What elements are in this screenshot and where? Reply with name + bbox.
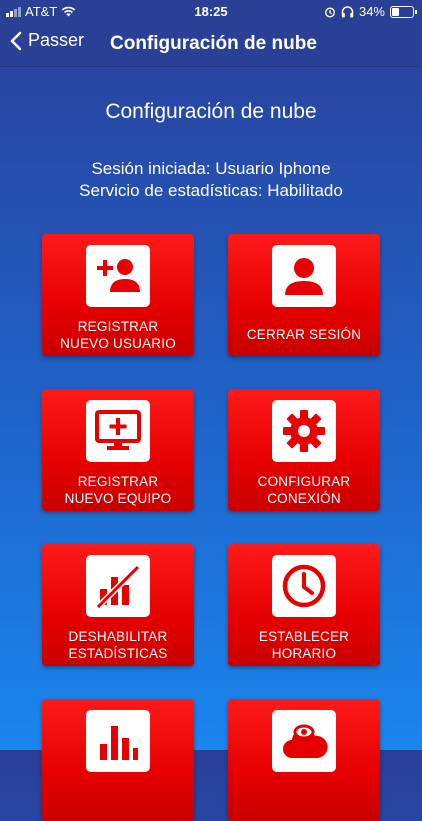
chevron-left-icon bbox=[10, 31, 22, 50]
tile-label: ESTABLECER HORARIO bbox=[258, 629, 350, 661]
set-schedule-button[interactable]: ESTABLECER HORARIO bbox=[228, 544, 380, 666]
cloud-eye-icon bbox=[283, 724, 328, 758]
register-new-user-button[interactable]: REGISTRAR NUEVO USUARIO bbox=[42, 234, 194, 356]
status-bar: AT&T 18:25 34% bbox=[0, 0, 422, 22]
clock-icon bbox=[282, 564, 326, 608]
add-device-icon bbox=[95, 410, 141, 450]
headphones-icon bbox=[341, 5, 354, 17]
logout-button[interactable]: CERRAR SESIÓN bbox=[228, 234, 380, 356]
tile-label: REGISTRAR NUEVO EQUIPO bbox=[64, 474, 172, 506]
nav-bar: Passer Configuración de nube bbox=[0, 22, 422, 67]
tile-label: REGISTRAR NUEVO USUARIO bbox=[60, 319, 176, 351]
cloud-monitor-button[interactable] bbox=[228, 699, 380, 821]
tile-label: DESHABILITAR ESTADÍSTICAS bbox=[68, 629, 168, 661]
disable-statistics-button[interactable]: DESHABILITAR ESTADÍSTICAS bbox=[42, 544, 194, 666]
tile-label: CERRAR SESIÓN bbox=[246, 327, 362, 342]
user-icon bbox=[285, 258, 323, 295]
session-status: Sesión iniciada: Usuario Iphone bbox=[91, 159, 331, 178]
session-info: Sesión iniciada: Usuario Iphone Servicio… bbox=[0, 158, 422, 202]
back-label: Passer bbox=[28, 30, 85, 50]
alarm-icon bbox=[324, 6, 335, 18]
page-title: Configuración de nube bbox=[105, 100, 317, 123]
statistics-button[interactable] bbox=[42, 699, 194, 821]
battery-percent: 34% bbox=[358, 4, 385, 19]
tile-label: CONFIGURAR CONEXIÓN bbox=[257, 474, 351, 506]
add-user-icon bbox=[97, 259, 140, 292]
disable-stats-icon bbox=[95, 564, 141, 609]
register-new-device-button[interactable]: REGISTRAR NUEVO EQUIPO bbox=[42, 389, 194, 511]
nav-title: Configuración de nube bbox=[110, 33, 317, 54]
gear-icon bbox=[283, 410, 325, 452]
battery-icon bbox=[390, 5, 417, 18]
bar-chart-icon bbox=[100, 726, 138, 760]
stats-service-status: Servicio de estadísticas: Habilitado bbox=[79, 181, 343, 200]
back-button[interactable]: Passer bbox=[10, 30, 84, 51]
configure-connection-button[interactable]: CONFIGURAR CONEXIÓN bbox=[228, 389, 380, 511]
status-right: 34% bbox=[324, 4, 417, 19]
